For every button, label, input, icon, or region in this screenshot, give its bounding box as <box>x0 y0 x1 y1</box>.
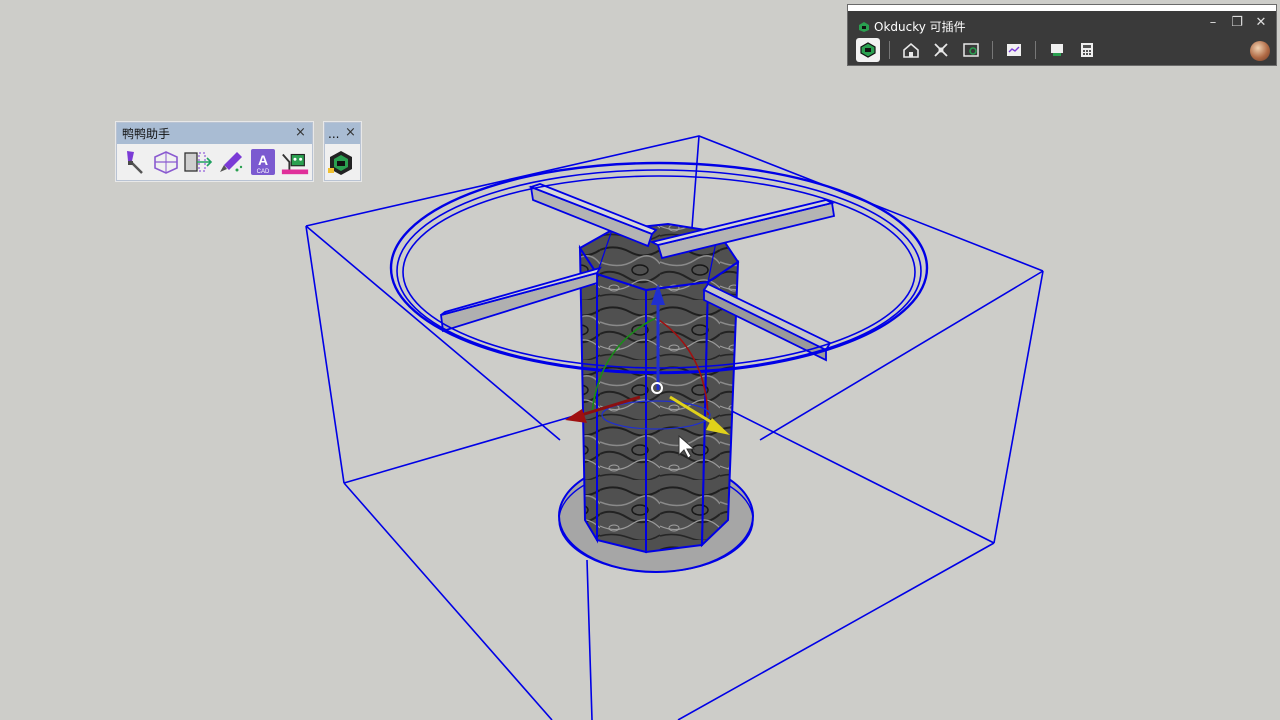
stamp-icon[interactable] <box>1045 38 1069 62</box>
minimize-icon[interactable]: – <box>1204 15 1222 30</box>
paint-brush-icon[interactable] <box>119 147 148 177</box>
scale-arrows-icon[interactable] <box>929 38 953 62</box>
house-icon[interactable] <box>899 38 923 62</box>
cad-letter: A <box>257 152 267 168</box>
okducky-title-bar[interactable]: Okducky 可插件 <box>858 18 966 35</box>
mini-toolbar: ... × <box>324 122 361 181</box>
section-box-icon[interactable] <box>151 147 180 177</box>
okducky-panel: Okducky 可插件 – ❐ ✕ <box>847 4 1277 66</box>
robot-tool-icon[interactable] <box>280 147 310 177</box>
close-icon[interactable]: ✕ <box>1252 15 1270 30</box>
okducky-title: Okducky 可插件 <box>874 20 966 34</box>
chart-window-icon[interactable] <box>1002 38 1026 62</box>
cad-sublabel: CAD <box>256 169 269 175</box>
restore-icon[interactable]: ❐ <box>1228 15 1246 30</box>
okducky-logo-icon <box>859 21 869 32</box>
model-viewport[interactable] <box>0 0 1280 720</box>
green-box-icon[interactable] <box>326 147 356 177</box>
component-box-icon[interactable] <box>856 38 880 62</box>
user-avatar[interactable] <box>1250 41 1270 61</box>
layers-cube-icon[interactable] <box>959 38 983 62</box>
ducky-assistant-toolbar: 鸭鸭助手 × A CAD <box>116 122 313 181</box>
mini-toolbar-title-bar[interactable]: ... × <box>325 123 360 144</box>
mini-toolbar-title: ... <box>328 126 340 141</box>
toolbar-title: 鸭鸭助手 <box>122 127 171 141</box>
extrude-arrow-icon[interactable] <box>183 147 213 177</box>
eyedropper-icon[interactable] <box>216 147 245 177</box>
close-icon[interactable]: × <box>343 125 358 140</box>
calculator-icon[interactable] <box>1075 38 1099 62</box>
toolbar-title-bar[interactable]: 鸭鸭助手 × <box>117 123 312 144</box>
cad-icon[interactable]: A CAD <box>248 147 277 177</box>
close-icon[interactable]: × <box>293 125 308 140</box>
